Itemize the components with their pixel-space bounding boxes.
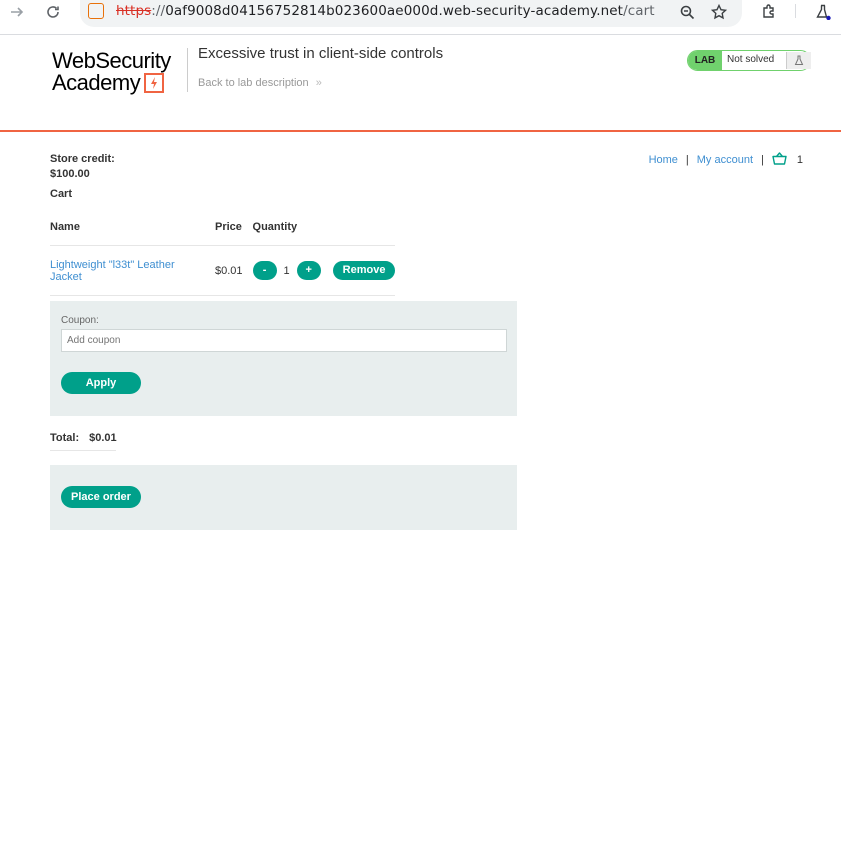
toolbar-divider [795,4,796,18]
logo-bolt-icon [144,73,165,93]
coupon-label: Coupon: [61,315,99,326]
site-warning-icon[interactable] [88,3,104,19]
coupon-input[interactable] [61,329,507,352]
cart-link[interactable]: 1 [772,152,803,168]
browser-toolbar: https://0af9008d04156752814b023600ae000d… [0,0,841,35]
lab-status-badge: LAB Not solved [687,50,811,71]
top-nav: Home | My account | 1 [649,152,803,168]
flask-icon [786,52,811,69]
back-to-lab-description-link[interactable]: Back to lab description » [198,77,322,89]
product-price: $0.01 [215,245,253,296]
url-text[interactable]: https://0af9008d04156752814b023600ae000d… [116,3,655,19]
header-rule [0,130,841,132]
order-total: Total: $0.01 [50,432,117,451]
my-account-link[interactable]: My account [697,154,753,166]
cart-basket-icon [772,152,787,168]
nav-separator: | [685,154,689,166]
store-credit: Store credit: $100.00 [50,153,115,180]
web-security-academy-logo[interactable]: WebSecurity Academy [52,50,186,96]
logo-line2: Academy [52,72,186,94]
quantity-value: 1 [283,264,290,277]
product-name-cell: Lightweight "l33t" Leather Jacket [50,245,215,296]
apply-coupon-button[interactable]: Apply [61,372,141,394]
table-row: Lightweight "l33t" Leather Jacket $0.01 … [50,245,396,296]
quantity-cell: - 1 + [252,245,333,296]
coupon-panel: Coupon: Apply [50,301,517,416]
lab-title: Excessive trust in client-side controls [198,45,444,62]
remove-cell: Remove [332,245,396,296]
total-label: Total: [50,432,80,444]
decrease-quantity-button[interactable]: - [252,261,277,280]
zoom-icon[interactable] [678,0,696,24]
header-divider [187,48,188,92]
column-header: Price [215,221,242,233]
remove-button[interactable]: Remove [332,261,396,280]
column-header: Quantity [252,221,298,233]
nav-separator: | [761,154,764,166]
checkout-panel: Place order [50,465,517,530]
double-chevron-right-icon: » [315,77,322,89]
place-order-button[interactable]: Place order [61,486,141,508]
forward-icon[interactable] [8,0,26,24]
total-value: $0.01 [89,432,117,444]
cart-heading: Cart [50,188,73,200]
labs-flask-icon[interactable] [814,0,832,24]
reload-icon[interactable] [44,0,62,24]
cart-table: Name Price Quantity Lightweight "l33t" L… [50,218,396,296]
cart-count: 1 [796,154,803,166]
increase-quantity-button[interactable]: + [296,261,321,280]
home-link[interactable]: Home [649,154,678,166]
bookmark-star-icon[interactable] [710,0,728,24]
extensions-icon[interactable] [760,0,778,24]
product-link[interactable]: Lightweight "l33t" Leather Jacket [50,259,175,283]
column-header: Name [50,221,80,233]
